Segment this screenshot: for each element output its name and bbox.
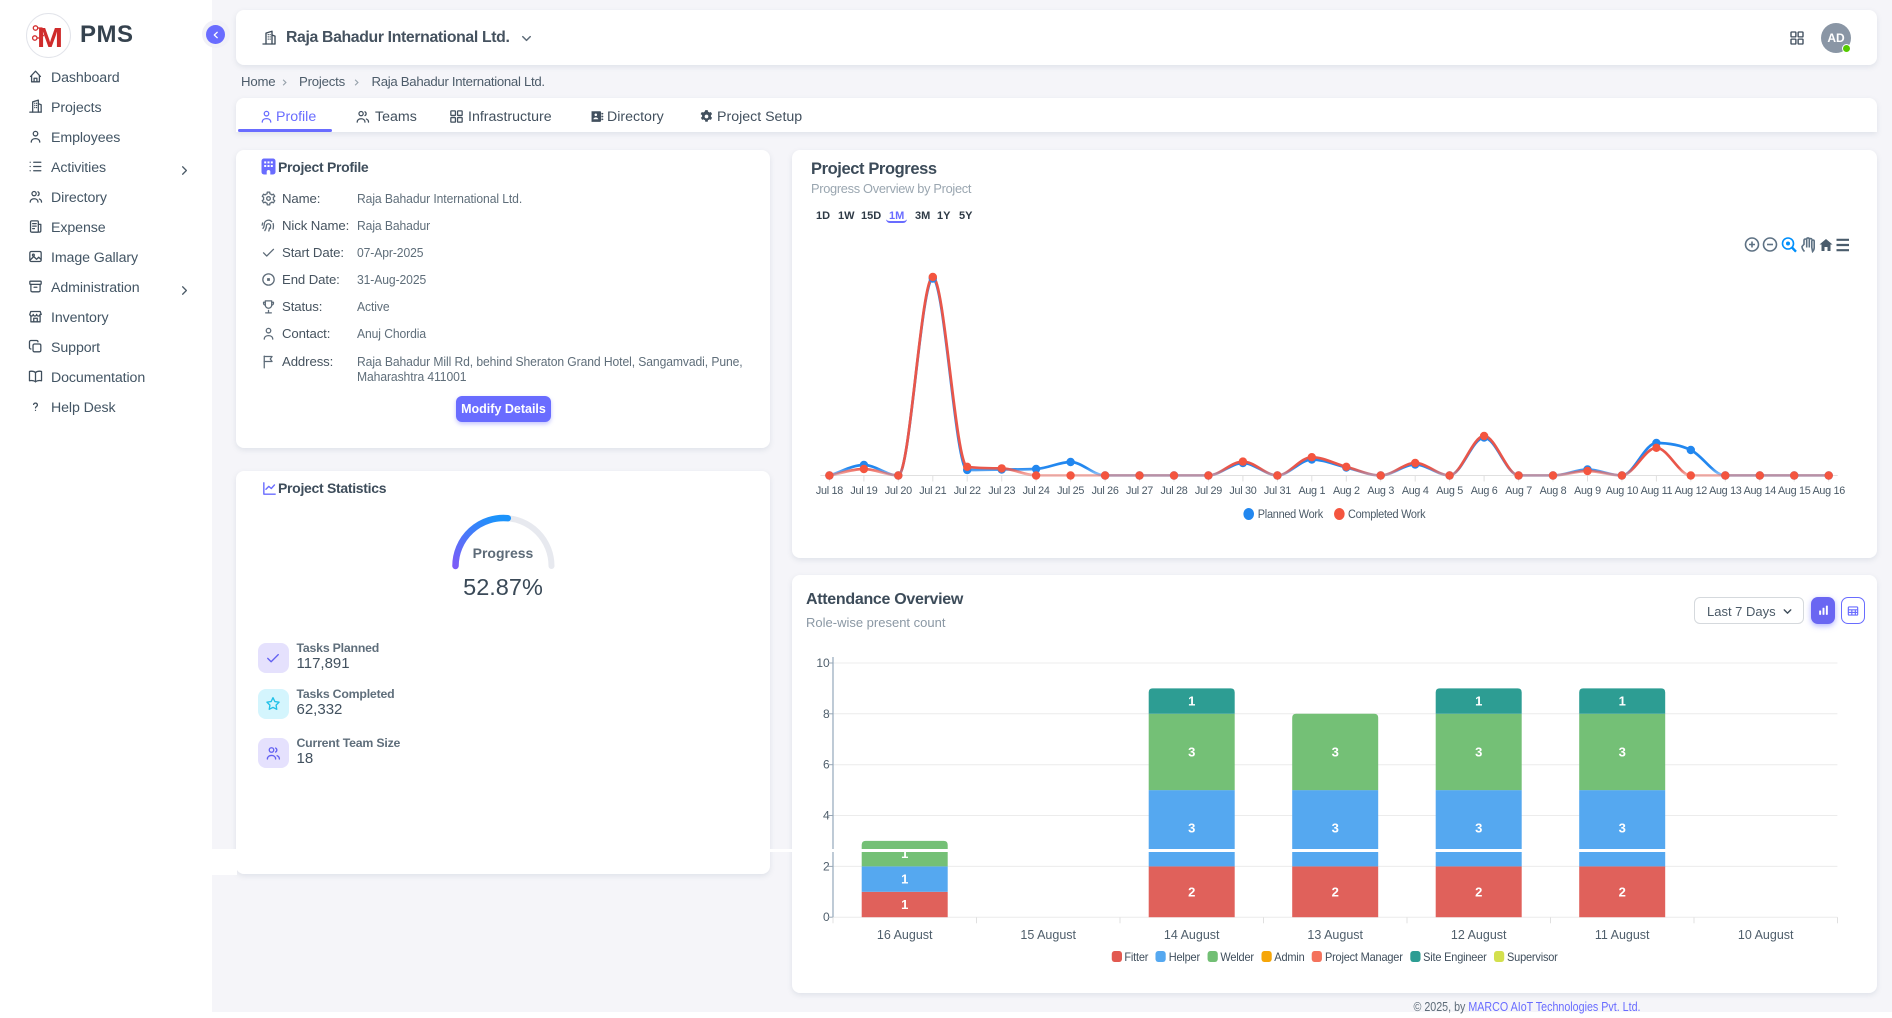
svg-text:Aug 13: Aug 13 xyxy=(1709,485,1742,497)
svg-text:1: 1 xyxy=(1619,694,1626,709)
svg-text:16 August: 16 August xyxy=(877,928,933,942)
svg-text:Jul 21: Jul 21 xyxy=(919,485,946,497)
svg-text:2: 2 xyxy=(1188,884,1195,899)
svg-text:1: 1 xyxy=(901,872,908,887)
svg-text:Jul 23: Jul 23 xyxy=(988,485,1015,497)
svg-text:Aug 2: Aug 2 xyxy=(1333,485,1360,497)
svg-text:Aug 11: Aug 11 xyxy=(1641,485,1673,497)
svg-text:15 August: 15 August xyxy=(1020,928,1076,942)
svg-text:Jul 24: Jul 24 xyxy=(1023,485,1050,497)
svg-text:Aug 1: Aug 1 xyxy=(1298,485,1325,497)
svg-text:Jul 30: Jul 30 xyxy=(1229,485,1256,497)
svg-text:Jul 19: Jul 19 xyxy=(850,485,877,497)
svg-text:Jul 18: Jul 18 xyxy=(816,485,843,497)
svg-text:Aug 4: Aug 4 xyxy=(1402,485,1429,497)
svg-text:1: 1 xyxy=(1188,694,1195,709)
svg-text:3: 3 xyxy=(1619,821,1626,836)
svg-text:M: M xyxy=(37,22,63,51)
svg-text:2: 2 xyxy=(1332,884,1339,899)
svg-text:3: 3 xyxy=(1475,821,1482,836)
svg-text:Aug 7: Aug 7 xyxy=(1505,485,1532,497)
svg-text:Jul 27: Jul 27 xyxy=(1126,485,1153,497)
svg-text:Jul 28: Jul 28 xyxy=(1160,485,1187,497)
svg-text:Aug 15: Aug 15 xyxy=(1778,485,1811,497)
svg-text:3: 3 xyxy=(1332,745,1339,760)
svg-text:3: 3 xyxy=(1188,821,1195,836)
svg-text:13 August: 13 August xyxy=(1307,928,1363,942)
svg-text:Aug 5: Aug 5 xyxy=(1436,485,1463,497)
svg-text:Aug 16: Aug 16 xyxy=(1812,485,1845,497)
svg-text:2: 2 xyxy=(1619,884,1626,899)
svg-text:1: 1 xyxy=(1475,694,1482,709)
svg-text:3: 3 xyxy=(1332,821,1339,836)
svg-text:Jul 26: Jul 26 xyxy=(1092,485,1119,497)
svg-text:Aug 12: Aug 12 xyxy=(1675,485,1708,497)
svg-text:1: 1 xyxy=(901,897,908,912)
svg-text:10 August: 10 August xyxy=(1738,928,1794,942)
svg-text:3: 3 xyxy=(1475,745,1482,760)
svg-text:Jul 22: Jul 22 xyxy=(954,485,981,497)
svg-text:Aug 10: Aug 10 xyxy=(1606,485,1639,497)
svg-text:2: 2 xyxy=(1475,884,1482,899)
svg-text:Jul 29: Jul 29 xyxy=(1195,485,1222,497)
svg-text:3: 3 xyxy=(1188,745,1195,760)
svg-text:Jul 25: Jul 25 xyxy=(1057,485,1084,497)
svg-text:Jul 31: Jul 31 xyxy=(1264,485,1291,497)
svg-text:3: 3 xyxy=(1619,745,1626,760)
svg-text:Aug 9: Aug 9 xyxy=(1574,485,1601,497)
svg-text:12 August: 12 August xyxy=(1451,928,1507,942)
svg-text:Aug 14: Aug 14 xyxy=(1744,485,1777,497)
svg-text:Aug 6: Aug 6 xyxy=(1471,485,1498,497)
svg-text:Aug 8: Aug 8 xyxy=(1540,485,1567,497)
svg-text:14 August: 14 August xyxy=(1164,928,1220,942)
svg-text:Jul 20: Jul 20 xyxy=(885,485,912,497)
svg-text:11 August: 11 August xyxy=(1595,928,1650,942)
svg-text:Aug 3: Aug 3 xyxy=(1367,485,1394,497)
